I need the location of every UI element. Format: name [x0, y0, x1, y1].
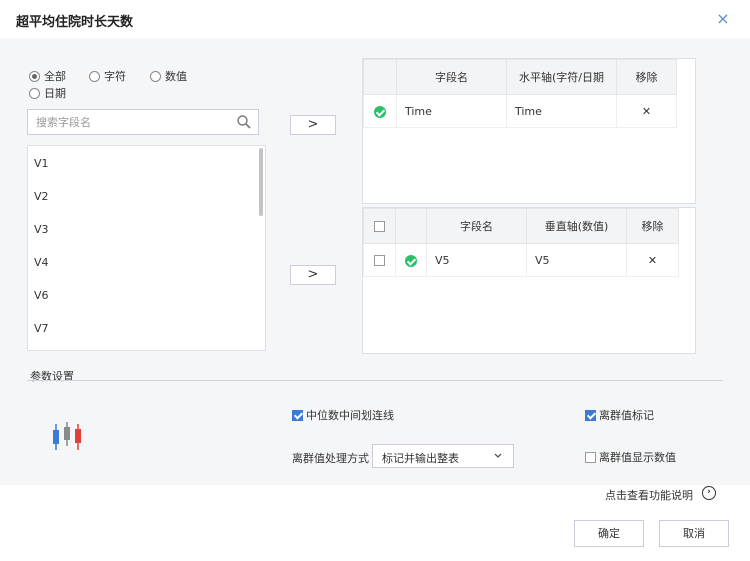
list-item[interactable]: V2 — [28, 179, 265, 212]
params-section-label: 参数设置 — [30, 370, 74, 383]
vertical-axis-panel: 字段名 垂直轴(数值) 移除 V5 V5 ✕ — [362, 207, 696, 354]
table-cell-axis: Time — [506, 94, 617, 128]
list-item[interactable]: V6 — [28, 278, 265, 311]
table-row: V5 V5 ✕ — [363, 243, 679, 277]
check-circle-icon — [374, 105, 386, 118]
list-scrollbar[interactable] — [259, 148, 263, 216]
radio-icon — [89, 71, 100, 82]
table-header-status — [395, 208, 427, 244]
field-list: V1 V2 V3 V4 V6 V7 — [27, 145, 266, 351]
table-cell-field: V5 — [426, 243, 527, 277]
select-all-checkbox[interactable] — [374, 221, 385, 232]
list-item[interactable]: V3 — [28, 212, 265, 245]
field-search — [27, 109, 259, 135]
table-header-field: 字段名 — [426, 208, 527, 244]
table-row: Time Time ✕ — [363, 94, 677, 128]
confirm-button[interactable]: 确定 — [574, 520, 644, 547]
divider — [27, 380, 723, 381]
outlier-show-value-option[interactable]: 离群值显示数值 — [585, 449, 676, 465]
chevron-down-icon — [494, 453, 502, 458]
horizontal-axis-table: 字段名 水平轴(字符/日期 移除 Time Time ✕ — [363, 59, 677, 128]
table-header-remove: 移除 — [616, 59, 677, 95]
table-header-axis: 垂直轴(数值) — [526, 208, 627, 244]
table-header-remove: 移除 — [626, 208, 679, 244]
radio-icon — [150, 71, 161, 82]
outlier-method-select[interactable]: 标记并输出整表 — [372, 444, 514, 468]
radio-icon — [29, 71, 40, 82]
remove-icon[interactable]: ✕ — [616, 94, 677, 128]
outlier-mark-checkbox[interactable] — [585, 410, 596, 421]
search-input[interactable] — [28, 110, 228, 134]
filter-number[interactable]: 数值 — [150, 68, 187, 84]
table-cell-axis: V5 — [526, 243, 627, 277]
median-line-checkbox[interactable] — [292, 410, 303, 421]
search-icon[interactable] — [236, 114, 252, 130]
median-line-option[interactable]: 中位数中间划连线 — [292, 407, 394, 423]
remove-icon[interactable]: ✕ — [626, 243, 679, 277]
list-item[interactable]: V7 — [28, 311, 265, 344]
list-item[interactable]: V4 — [28, 245, 265, 278]
filter-date[interactable]: 日期 — [29, 85, 66, 101]
move-to-vertical-button[interactable]: > — [290, 265, 336, 285]
close-icon[interactable]: × — [714, 10, 732, 28]
table-header-field: 字段名 — [396, 59, 507, 95]
outlier-mark-option[interactable]: 离群值标记 — [585, 407, 654, 423]
chevron-right-circle-icon[interactable]: › — [702, 486, 716, 500]
boxplot-chart-icon — [53, 422, 81, 450]
move-to-horizontal-button[interactable]: > — [290, 115, 336, 135]
table-header-axis: 水平轴(字符/日期 — [506, 59, 617, 95]
horizontal-axis-panel: 字段名 水平轴(字符/日期 移除 Time Time ✕ — [362, 58, 696, 204]
dialog-title: 超平均住院时长天数 — [16, 15, 134, 30]
help-link[interactable]: 点击查看功能说明 — [605, 487, 693, 503]
check-circle-icon — [405, 254, 417, 267]
table-cell-field: Time — [396, 94, 507, 128]
list-item[interactable]: V1 — [28, 146, 265, 179]
table-header-status — [363, 59, 397, 95]
outlier-method-label: 离群值处理方式 — [292, 452, 369, 465]
filter-string[interactable]: 字符 — [89, 68, 126, 84]
filter-all[interactable]: 全部 — [29, 68, 66, 84]
cancel-button[interactable]: 取消 — [659, 520, 729, 547]
row-checkbox[interactable] — [374, 255, 385, 266]
radio-icon — [29, 88, 40, 99]
vertical-axis-table: 字段名 垂直轴(数值) 移除 V5 V5 ✕ — [363, 208, 679, 277]
outlier-show-value-checkbox[interactable] — [585, 452, 596, 463]
